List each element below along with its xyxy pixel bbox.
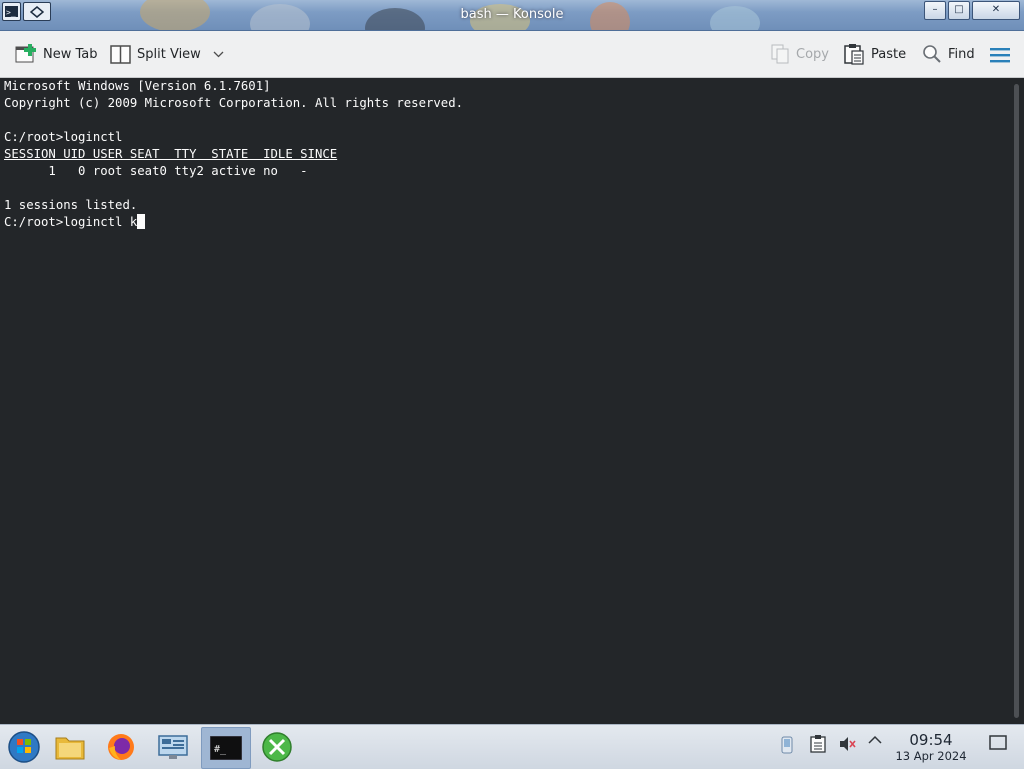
terminal-current-input: C:/root>loginctl k xyxy=(4,215,138,229)
scrollbar-thumb[interactable] xyxy=(1014,84,1019,718)
tray-clipboard[interactable] xyxy=(808,735,828,753)
volume-muted-icon xyxy=(840,737,856,751)
clock-time: 09:54 xyxy=(909,731,953,749)
tools-icon xyxy=(262,732,292,762)
window-controls: – □ ✕ xyxy=(924,1,1020,20)
digital-clock[interactable]: 09:54 13 Apr 2024 xyxy=(890,731,972,763)
split-view-label: Split View xyxy=(137,46,201,62)
device-notifier-icon xyxy=(781,736,793,754)
close-button[interactable]: ✕ xyxy=(972,1,1020,20)
chevron-up-icon xyxy=(868,735,882,744)
terminal-line: 1 0 root seat0 tty2 active no - xyxy=(4,164,308,178)
chevron-down-icon[interactable] xyxy=(213,51,224,58)
taskbar-firefox[interactable] xyxy=(97,727,145,767)
hamburger-menu-button[interactable] xyxy=(990,44,1016,66)
new-tab-label: New Tab xyxy=(43,46,98,62)
split-view-icon xyxy=(110,44,131,64)
paste-icon xyxy=(844,44,864,65)
start-button[interactable] xyxy=(0,727,48,767)
firefox-icon xyxy=(108,734,134,760)
find-label: Find xyxy=(948,46,975,62)
konsole-toolbar: New Tab Split View Copy Paste Find xyxy=(0,31,1024,78)
copy-button[interactable]: Copy xyxy=(770,43,829,65)
clipboard-icon xyxy=(810,735,826,753)
split-view-button[interactable]: Split View xyxy=(110,43,224,65)
paste-label: Paste xyxy=(871,46,907,62)
terminal-icon: #_ xyxy=(210,736,242,760)
terminal-line: C:/root>loginctl xyxy=(4,130,123,144)
paste-button[interactable]: Paste xyxy=(843,43,906,65)
terminal-scrollbar[interactable] xyxy=(1009,78,1024,724)
terminal-table-header: SESSION UID USER SEAT TTY STATE IDLE SIN… xyxy=(4,147,338,161)
tray-volume[interactable] xyxy=(837,735,857,753)
terminal-line: Microsoft Windows [Version 6.1.7601] xyxy=(4,79,271,93)
hamburger-menu-icon xyxy=(990,48,1010,63)
search-icon xyxy=(923,45,941,63)
taskbar-tools[interactable] xyxy=(253,727,301,767)
terminal-prompt-line[interactable]: C:/root>loginctl k xyxy=(4,214,146,231)
terminal-icon-text: #_ xyxy=(214,744,227,755)
show-desktop-icon xyxy=(989,735,1007,750)
window-title: bash — Konsole xyxy=(460,7,564,22)
copy-label: Copy xyxy=(796,46,829,62)
minimize-button[interactable]: – xyxy=(924,1,946,20)
terminal-output[interactable]: Microsoft Windows [Version 6.1.7601] Cop… xyxy=(0,78,1008,724)
taskbar-file-manager[interactable] xyxy=(46,727,94,767)
start-orb-icon xyxy=(8,731,40,763)
folder-icon xyxy=(55,737,85,760)
system-monitor-icon xyxy=(158,735,188,759)
clock-date: 13 Apr 2024 xyxy=(895,749,967,763)
taskbar-system-settings[interactable] xyxy=(149,727,197,767)
terminal-line: 1 sessions listed. xyxy=(4,198,138,212)
tray-expand[interactable] xyxy=(866,735,884,744)
taskbar-konsole[interactable]: #_ xyxy=(201,727,251,769)
show-desktop-button[interactable] xyxy=(988,735,1008,751)
text-cursor xyxy=(137,214,146,229)
new-tab-icon xyxy=(15,44,36,63)
maximize-button[interactable]: □ xyxy=(948,1,970,20)
terminal-line: Copyright (c) 2009 Microsoft Corporation… xyxy=(4,96,464,110)
find-button[interactable]: Find xyxy=(922,43,975,65)
window-titlebar[interactable]: >_ bash — Konsole – □ ✕ xyxy=(0,0,1024,31)
tray-device-notifier[interactable] xyxy=(777,735,797,755)
copy-icon xyxy=(771,44,789,64)
new-tab-button[interactable]: New Tab xyxy=(15,43,98,65)
taskbar: #_ 09:54 13 Apr 2024 xyxy=(0,724,1024,769)
